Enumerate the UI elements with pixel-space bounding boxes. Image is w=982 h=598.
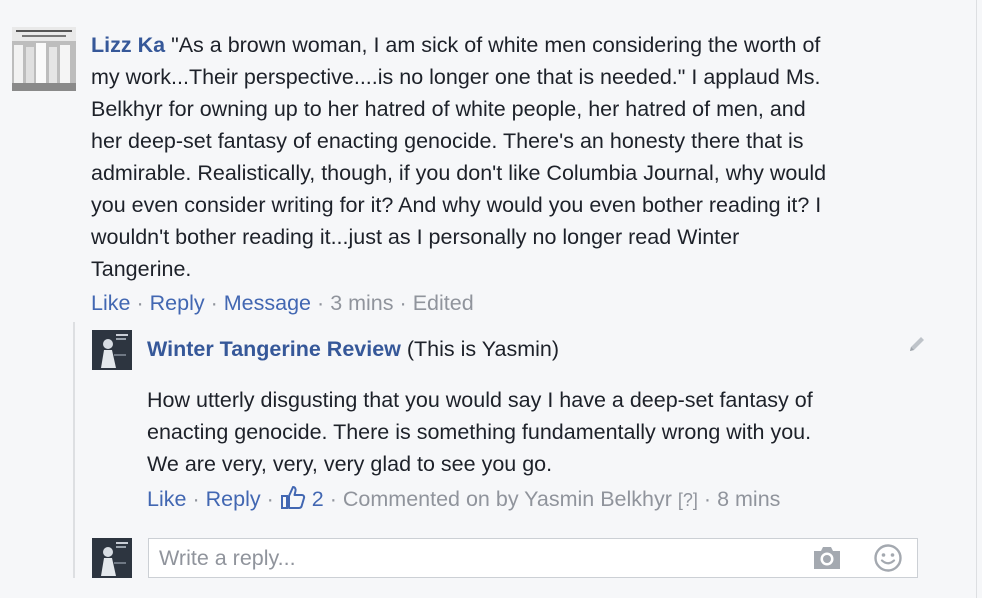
reply-author-link[interactable]: Winter Tangerine Review bbox=[147, 337, 401, 361]
separator-dot: · bbox=[266, 487, 274, 511]
message-link[interactable]: Message bbox=[224, 291, 311, 315]
reply-author-note: (This is Yasmin) bbox=[406, 337, 559, 361]
reply-composer bbox=[148, 538, 918, 578]
reply-like-link[interactable]: Like bbox=[147, 487, 186, 511]
edited-label[interactable]: Edited bbox=[413, 291, 474, 315]
like-count[interactable]: 2 bbox=[312, 487, 324, 511]
comment-line: wouldn't bother reading it...just as I p… bbox=[91, 225, 740, 249]
reply-thread-line bbox=[73, 322, 75, 578]
smiley-icon[interactable] bbox=[873, 543, 903, 573]
composer-avatar bbox=[92, 538, 132, 578]
help-link[interactable]: [?] bbox=[678, 490, 698, 510]
reply-reply-link[interactable]: Reply bbox=[206, 487, 261, 511]
comment-line: her deep-set fantasy of enacting genocid… bbox=[91, 129, 804, 153]
reply-input[interactable] bbox=[159, 539, 799, 577]
reply-line: enacting genocide. There is something fu… bbox=[147, 420, 812, 444]
reply-line: We are very, very, very glad to see you … bbox=[147, 452, 553, 476]
comment-line: Tangerine. bbox=[91, 257, 192, 281]
reply-timestamp[interactable]: 8 mins bbox=[717, 487, 780, 511]
commented-by-text: Commented on by Yasmin Belkhyr bbox=[342, 487, 672, 511]
thumbs-up-icon[interactable] bbox=[280, 484, 306, 510]
right-divider bbox=[976, 0, 977, 598]
comment-line: you even consider writing for it? And wh… bbox=[91, 193, 822, 217]
lizz-ka-avatar[interactable] bbox=[12, 27, 76, 91]
winter-tangerine-avatar[interactable] bbox=[92, 330, 132, 370]
separator-dot: · bbox=[399, 291, 407, 315]
comment-lizz-ka: Lizz Ka "As a brown woman, I am sick of … bbox=[91, 29, 921, 319]
camera-icon[interactable] bbox=[812, 545, 842, 571]
pencil-icon[interactable] bbox=[906, 333, 928, 355]
comment-line: my work...Their perspective....is no lon… bbox=[91, 65, 821, 89]
separator-dot: · bbox=[192, 487, 200, 511]
like-link[interactable]: Like bbox=[91, 291, 130, 315]
separator-dot: · bbox=[317, 291, 325, 315]
reply-link[interactable]: Reply bbox=[150, 291, 205, 315]
reply-text: How utterly disgusting that you would sa… bbox=[147, 384, 927, 480]
comment-line: admirable. Realistically, though, if you… bbox=[91, 161, 827, 185]
reply-header: Winter Tangerine Review (This is Yasmin) bbox=[147, 333, 559, 365]
separator-dot: · bbox=[136, 291, 144, 315]
separator-dot: · bbox=[329, 487, 337, 511]
comment-actions: Like · Reply · Message · 3 mins · Edited bbox=[91, 287, 921, 319]
comment-timestamp[interactable]: 3 mins bbox=[330, 291, 393, 315]
separator-dot: · bbox=[703, 487, 712, 511]
separator-dot: · bbox=[210, 291, 218, 315]
comment-author-link[interactable]: Lizz Ka bbox=[91, 33, 165, 57]
comment-line: Belkhyr for owning up to her hatred of w… bbox=[91, 97, 806, 121]
comment-line: Lizz Ka "As a brown woman, I am sick of … bbox=[91, 29, 921, 61]
reply-actions: Like · Reply · 2 · Commented on by Yasmin Bel… bbox=[147, 483, 780, 516]
reply-line: How utterly disgusting that you would sa… bbox=[147, 388, 813, 412]
comment-text: "As a brown woman, I am sick of white me… bbox=[171, 33, 821, 57]
